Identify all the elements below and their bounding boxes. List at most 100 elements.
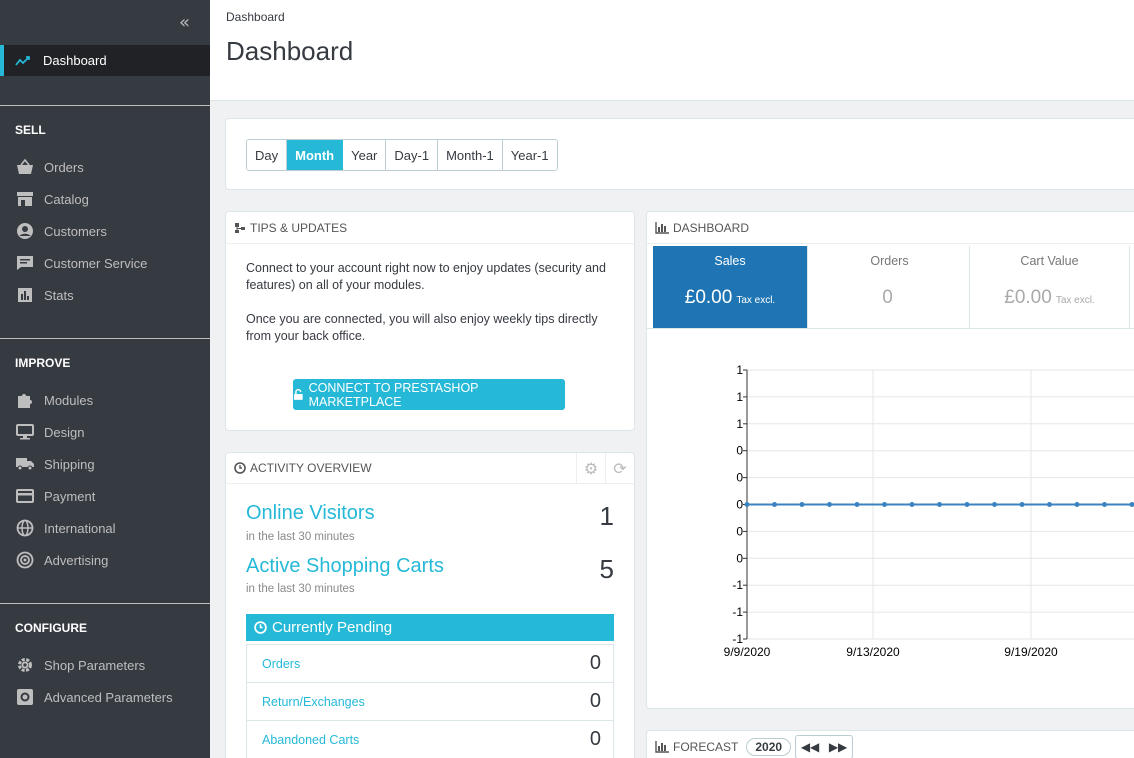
activity-tools: ⚙ ⟳ xyxy=(576,453,634,484)
tips-title: TIPS & UPDATES xyxy=(250,220,348,235)
kpi-cart-value[interactable]: Cart Value £0.00 Tax excl. xyxy=(970,246,1130,328)
sitemap-icon xyxy=(235,222,245,233)
kpi-label: Orders xyxy=(870,254,909,268)
chat-icon xyxy=(15,253,35,273)
puzzle-icon xyxy=(15,390,35,410)
activity-title: ACTIVITY OVERVIEW xyxy=(250,461,372,475)
y-tick-label: -1 xyxy=(732,632,743,646)
online-visitors-sub: in the last 30 minutes xyxy=(246,531,355,543)
data-point xyxy=(1129,502,1134,507)
forecast-title: FORECAST xyxy=(673,740,739,754)
page-title: Dashboard xyxy=(226,36,354,66)
kpi-orders[interactable]: Orders 0 xyxy=(810,246,970,328)
y-tick-label: 0 xyxy=(736,444,743,458)
pending-label[interactable]: Abandoned Carts xyxy=(262,733,359,747)
x-tick-label: 9/19/2020 xyxy=(1004,645,1058,659)
sidebar-item-shipping[interactable]: Shipping xyxy=(15,454,95,474)
y-tick-label: 0 xyxy=(736,498,743,512)
data-point xyxy=(1019,502,1025,507)
forecast-next-button[interactable]: ▶▶ xyxy=(824,736,852,758)
collapse-sidebar-button[interactable]: « xyxy=(179,12,190,33)
data-point xyxy=(744,502,750,507)
sidebar-item-advertising[interactable]: Advertising xyxy=(15,550,108,570)
dashboard-title: DASHBOARD xyxy=(673,220,750,235)
active-carts-label[interactable]: Active Shopping Carts xyxy=(246,555,444,578)
sidebar-item-label: Dashboard xyxy=(43,53,107,68)
globe-icon xyxy=(15,518,35,538)
breadcrumb[interactable]: Dashboard xyxy=(226,10,285,24)
forecast-panel: FORECAST 2020 ◀◀ ▶▶ xyxy=(646,730,1134,758)
tips-body: Connect to your account right now to enj… xyxy=(226,244,634,378)
online-visitors-value: 1 xyxy=(599,501,614,531)
divider xyxy=(0,105,210,106)
period-button-group: Day Month Year Day-1 Month-1 Year-1 xyxy=(246,139,558,171)
section-title-improve: IMPROVE xyxy=(15,356,71,370)
sidebar-item-catalog[interactable]: Catalog xyxy=(15,189,89,209)
unlock-icon xyxy=(293,388,303,400)
data-point xyxy=(772,502,777,507)
currently-pending-title: Currently Pending xyxy=(272,619,393,636)
data-point xyxy=(1047,502,1052,507)
sales-line-chart: 11100000-1-1-19/9/2020 9/13/2020 9/19/2020 xyxy=(724,363,1134,659)
gear-icon xyxy=(15,655,35,675)
period-year-button[interactable]: Year xyxy=(343,140,387,170)
settings-gear-icon[interactable]: ⚙ xyxy=(576,453,605,484)
active-carts-sub: in the last 30 minutes xyxy=(246,583,355,595)
sidebar-item-label: Modules xyxy=(44,392,94,408)
connect-button-label: CONNECT TO PRESTASHOP MARKETPLACE xyxy=(308,380,479,409)
data-point xyxy=(964,502,970,507)
kpi-sales[interactable]: Sales £0.00 Tax excl. xyxy=(653,246,808,328)
period-day-button[interactable]: Day xyxy=(247,140,288,170)
period-month-button[interactable]: Month xyxy=(287,140,344,170)
account-icon xyxy=(15,221,35,241)
kpi-value: £0.00 Tax excl. xyxy=(1004,287,1095,308)
truck-icon xyxy=(15,454,35,474)
x-tick-label: 9/13/2020 xyxy=(846,645,900,659)
sidebar: « Dashboard SELL Orders Catalog Customer… xyxy=(0,0,210,758)
sidebar-item-label: Customers xyxy=(44,223,107,239)
sidebar-item-customer-service[interactable]: Customer Service xyxy=(15,253,147,273)
pending-label[interactable]: Orders xyxy=(262,657,300,671)
sidebar-item-advanced-parameters[interactable]: Advanced Parameters xyxy=(15,687,173,707)
sidebar-item-label: Stats xyxy=(44,287,74,303)
sidebar-item-shop-parameters[interactable]: Shop Parameters xyxy=(15,655,145,675)
forecast-prev-button[interactable]: ◀◀ xyxy=(796,736,824,758)
period-year-minus-1-button[interactable]: Year-1 xyxy=(502,140,557,170)
period-month-minus-1-button[interactable]: Month-1 xyxy=(438,140,503,170)
sidebar-item-label: Customer Service xyxy=(44,255,148,271)
kpi-row: Sales £0.00 Tax excl. Orders 0 Cart Value… xyxy=(653,246,1130,328)
sidebar-item-orders[interactable]: Orders xyxy=(15,157,84,177)
connect-marketplace-button[interactable]: CONNECT TO PRESTASHOP MARKETPLACE xyxy=(293,379,565,410)
sidebar-item-design[interactable]: Design xyxy=(15,422,84,442)
sidebar-item-label: Advertising xyxy=(44,552,109,568)
pending-value: 0 xyxy=(589,652,601,674)
kpi-value: 0 xyxy=(882,287,893,308)
trend-icon xyxy=(15,55,30,66)
period-day-minus-1-button[interactable]: Day-1 xyxy=(386,140,439,170)
activity-panel-header: ACTIVITY OVERVIEW xyxy=(226,453,634,484)
x-tick-label: 9/9/2020 xyxy=(724,645,771,659)
sidebar-item-modules[interactable]: Modules xyxy=(15,390,93,410)
data-point xyxy=(799,502,805,507)
data-point xyxy=(992,502,997,507)
pending-label[interactable]: Return/Exchanges xyxy=(262,695,365,709)
sidebar-item-label: International xyxy=(44,520,116,536)
refresh-icon[interactable]: ⟳ xyxy=(605,453,634,484)
tips-paragraph: Once you are connected, you will also en… xyxy=(246,312,598,343)
section-title-sell: SELL xyxy=(15,123,46,137)
online-visitors-label[interactable]: Online Visitors xyxy=(246,502,375,525)
sidebar-item-label: Advanced Parameters xyxy=(44,689,173,705)
dashboard-panel-header: DASHBOARD xyxy=(647,212,1134,244)
sidebar-item-label: Shipping xyxy=(44,456,95,472)
bar-chart-icon xyxy=(655,741,669,753)
sidebar-item-customers[interactable]: Customers xyxy=(15,221,107,241)
sidebar-item-stats[interactable]: Stats xyxy=(15,285,74,305)
data-point xyxy=(909,502,915,507)
section-title-configure: CONFIGURE xyxy=(15,621,87,635)
data-point xyxy=(882,502,887,507)
data-point xyxy=(1102,502,1107,507)
pending-value: 0 xyxy=(589,690,601,712)
sidebar-item-payment[interactable]: Payment xyxy=(15,486,95,506)
sidebar-item-international[interactable]: International xyxy=(15,518,116,538)
sidebar-item-dashboard[interactable]: Dashboard xyxy=(0,45,210,76)
